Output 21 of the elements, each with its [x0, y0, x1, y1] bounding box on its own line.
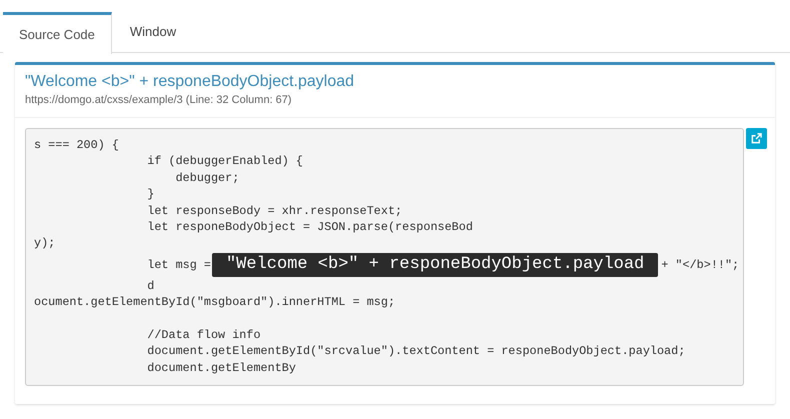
panel-title: "Welcome <b>" + responeBodyObject.payload	[25, 72, 356, 92]
tooltip: "Welcome <b>" + responeBodyObject.payload	[212, 252, 658, 277]
tab[interactable]: Source Code	[3, 12, 112, 54]
code-line: ocument.getElementById("msgboard").innerHTML = msg;	[34, 295, 396, 310]
code-line: let responseBody = xhr.responseText;	[146, 204, 402, 218]
code-line: document.getElementBy	[146, 360, 296, 375]
code-line: y);	[34, 236, 56, 250]
tab[interactable]: Window	[112, 12, 194, 52]
code-line: + "</b>!!";	[661, 256, 740, 273]
code-line: if (debuggerEnabled) {	[146, 154, 304, 168]
code-line: d	[146, 278, 154, 293]
open-external-button[interactable]	[746, 128, 767, 149]
code-line: //Data flow info	[146, 328, 261, 342]
code-line: s === 200) {	[34, 138, 119, 152]
external-link-icon	[751, 133, 762, 144]
code-line: debugger;	[174, 170, 240, 185]
code-line: let msg =	[146, 256, 211, 273]
code-line: document.getElementById("srcvalue").textContent = responeBodyObject.payload;	[146, 344, 686, 358]
source-location: https://domgo.at/cxss/example/3 (Line: 32 Column: 67)	[25, 93, 293, 108]
code-line: let responeBodyObject = JSON.parse(responseBod	[146, 220, 473, 234]
code-line: }	[146, 187, 154, 202]
